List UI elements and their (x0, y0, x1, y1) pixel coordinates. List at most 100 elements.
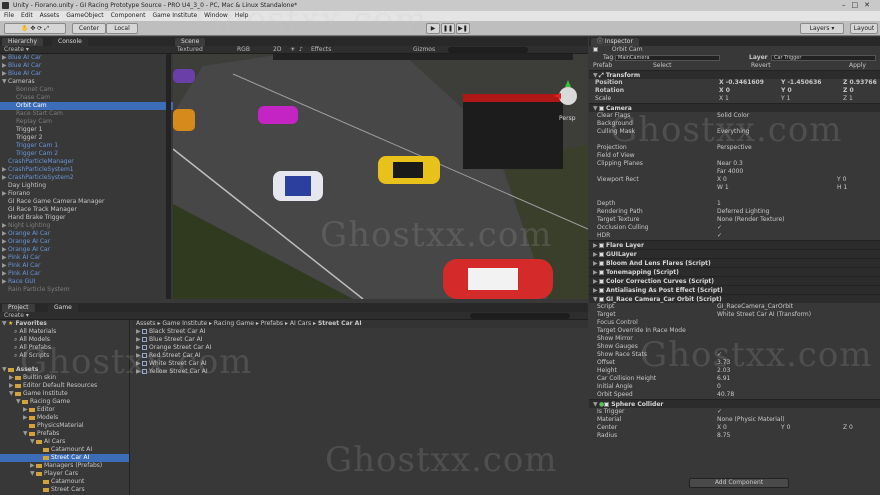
mode-2d-toggle[interactable]: 2D (273, 46, 281, 54)
component-header[interactable]: ▶ GUILayer (589, 249, 880, 258)
tab-scene[interactable]: Scene (175, 38, 206, 46)
property-value[interactable]: None (Physic Material) (717, 416, 785, 424)
hierarchy-item[interactable]: ▶Pink AI Car (0, 254, 173, 262)
tab-hierarchy[interactable]: Hierarchy (2, 38, 44, 46)
menu-item[interactable]: Game Institute (152, 12, 197, 19)
project-search-input[interactable] (470, 313, 570, 319)
window-controls[interactable]: –□✕ (842, 0, 876, 11)
layers-dropdown[interactable]: Layers ▾ (800, 23, 844, 34)
asset-item[interactable]: ▶ White Street Car AI (132, 360, 588, 368)
property-value[interactable]: None (Render Texture) (717, 216, 784, 224)
hierarchy-item[interactable]: ▼Cameras (0, 78, 173, 86)
layout-dropdown[interactable]: Layout (850, 23, 878, 34)
hierarchy-item[interactable]: Day Lighting (0, 182, 173, 190)
center-z-field[interactable]: Z 0 (843, 424, 853, 432)
component-header[interactable]: ▶ Bloom And Lens Flares (Script) (589, 258, 880, 267)
hierarchy-item[interactable]: GI Race Track Manager (0, 206, 173, 214)
property-value[interactable]: ✓ (717, 232, 722, 240)
menu-item[interactable]: Component (111, 12, 146, 19)
hierarchy-item[interactable]: ▶Orange AI Car (0, 238, 173, 246)
menu-item[interactable]: GameObject (66, 12, 103, 19)
scene-viewport[interactable]: Persp (173, 54, 588, 299)
property-value[interactable]: X 0 (717, 176, 727, 184)
hierarchy-item[interactable]: ▶Blue AI Car (0, 62, 173, 70)
play-button[interactable]: ▶ (426, 23, 440, 34)
position-y-field[interactable]: -1.450636 (787, 79, 821, 86)
object-name-field[interactable]: Orbit Cam (612, 46, 643, 53)
pause-button[interactable]: ❚❚ (441, 23, 455, 34)
position-x-field[interactable]: -0.3461609 (726, 79, 764, 86)
breadcrumb-item[interactable]: Racing Game (214, 320, 254, 327)
folder-item[interactable]: ▶ Builtin skin (0, 374, 129, 382)
step-button[interactable]: ▶❚ (456, 23, 470, 34)
favorite-item[interactable]: ⌕ All Materials (0, 328, 129, 336)
component-checkbox[interactable] (599, 279, 604, 284)
audio-toggle-icon[interactable]: ♪ (299, 46, 303, 54)
object-active-checkbox[interactable] (593, 47, 598, 52)
asset-item[interactable]: ▶ Yellow Street Car AI (132, 368, 588, 376)
folder-item[interactable]: ▼ Game Institute (0, 390, 129, 398)
favorite-item[interactable]: ⌕ All Prefabs (0, 344, 129, 352)
scene-search-input[interactable] (448, 47, 528, 53)
property-value[interactable]: GI_RaceCamera_CarOrbit (717, 303, 793, 311)
scale-x-field[interactable]: 1 (725, 95, 729, 102)
asset-item[interactable]: ▶ Orange Street Car AI (132, 344, 588, 352)
folder-item[interactable]: ▶ Managers (Prefabs) (0, 462, 129, 470)
hierarchy-item[interactable]: Trigger Cam 1 (0, 142, 173, 150)
hierarchy-item[interactable]: GI Race Game Camera Manager (0, 198, 173, 206)
property-value[interactable]: 1 (717, 200, 721, 208)
breadcrumb-item[interactable]: Street Car AI (318, 320, 362, 327)
add-component-button[interactable]: Add Component (689, 478, 789, 488)
camera-header[interactable]: ▼ Camera (589, 103, 880, 112)
property-value[interactable]: 0 (717, 383, 721, 391)
hierarchy-item[interactable]: Bonnet Cam (0, 86, 173, 94)
asset-item[interactable]: ▶ Black Street Car AI (132, 328, 588, 336)
camera-enabled-checkbox[interactable] (599, 106, 604, 111)
menu-item[interactable]: Window (204, 12, 228, 19)
transform-header[interactable]: ▼⤢ Transform (589, 70, 880, 79)
folder-item[interactable]: Street Car AI (0, 454, 129, 462)
menu-item[interactable]: Assets (40, 12, 60, 19)
property-value[interactable]: ✓ (717, 408, 722, 416)
folder-item[interactable]: ▶ Editor Default Resources (0, 382, 129, 390)
hierarchy-create-button[interactable]: Create (0, 46, 24, 53)
hierarchy-item[interactable]: ▶Orange AI Car (0, 246, 173, 254)
asset-item[interactable]: ▶ Blue Street Car AI (132, 336, 588, 344)
component-checkbox[interactable] (599, 288, 604, 293)
viewport-value[interactable]: Y 0 (837, 176, 846, 184)
folder-item[interactable]: ▶ Editor (0, 406, 129, 414)
prefab-revert-button[interactable]: Revert (751, 62, 771, 70)
property-value[interactable]: Solid Color (717, 112, 749, 120)
layer-dropdown[interactable]: Car Trigger (771, 55, 876, 61)
space-toggle[interactable]: Local (106, 23, 138, 34)
property-value[interactable]: 8.75 (717, 432, 730, 440)
sphere-collider-header[interactable]: ▼● Sphere Collider (589, 399, 880, 408)
viewport-value[interactable]: H 1 (837, 184, 847, 192)
prefab-select-button[interactable]: Select (653, 62, 672, 70)
component-checkbox[interactable] (599, 261, 604, 266)
hierarchy-item[interactable]: Trigger 2 (0, 134, 173, 142)
property-value[interactable]: Deferred Lighting (717, 208, 769, 216)
property-value[interactable]: Far 4000 (717, 168, 743, 176)
hierarchy-item[interactable]: Trigger Cam 2 (0, 150, 173, 158)
property-value[interactable]: 3.73 (717, 359, 730, 367)
folder-item[interactable]: Catamount (0, 478, 129, 486)
tab-console[interactable]: Console (52, 38, 88, 46)
folder-item[interactable]: ▼ Prefabs (0, 430, 129, 438)
folder-item[interactable]: ▼ Assets (0, 366, 129, 374)
hierarchy-item[interactable]: ▶CrashParticleSystem1 (0, 166, 173, 174)
hierarchy-item[interactable]: ▶CrashParticleSystem2 (0, 174, 173, 182)
property-value[interactable]: White Street Car AI (Transform) (717, 311, 811, 319)
breadcrumb-item[interactable]: AI Cars (290, 320, 311, 327)
folder-item[interactable]: Street Cars (0, 486, 129, 494)
component-header[interactable]: ▶ Color Correction Curves (Script) (589, 276, 880, 285)
property-value[interactable]: 2.03 (717, 367, 730, 375)
favorite-item[interactable]: ⌕ All Models (0, 336, 129, 344)
component-checkbox[interactable] (599, 252, 604, 257)
folder-item[interactable]: ▼ Player Cars (0, 470, 129, 478)
transform-tools[interactable]: ✋ ✥ ⟳ ⤢ (4, 23, 66, 34)
hierarchy-item[interactable]: Rain Particle System (0, 286, 173, 294)
property-value[interactable]: X 0 (717, 424, 727, 432)
property-value[interactable]: ✓ (717, 224, 722, 232)
property-value[interactable]: Perspective (717, 144, 752, 152)
